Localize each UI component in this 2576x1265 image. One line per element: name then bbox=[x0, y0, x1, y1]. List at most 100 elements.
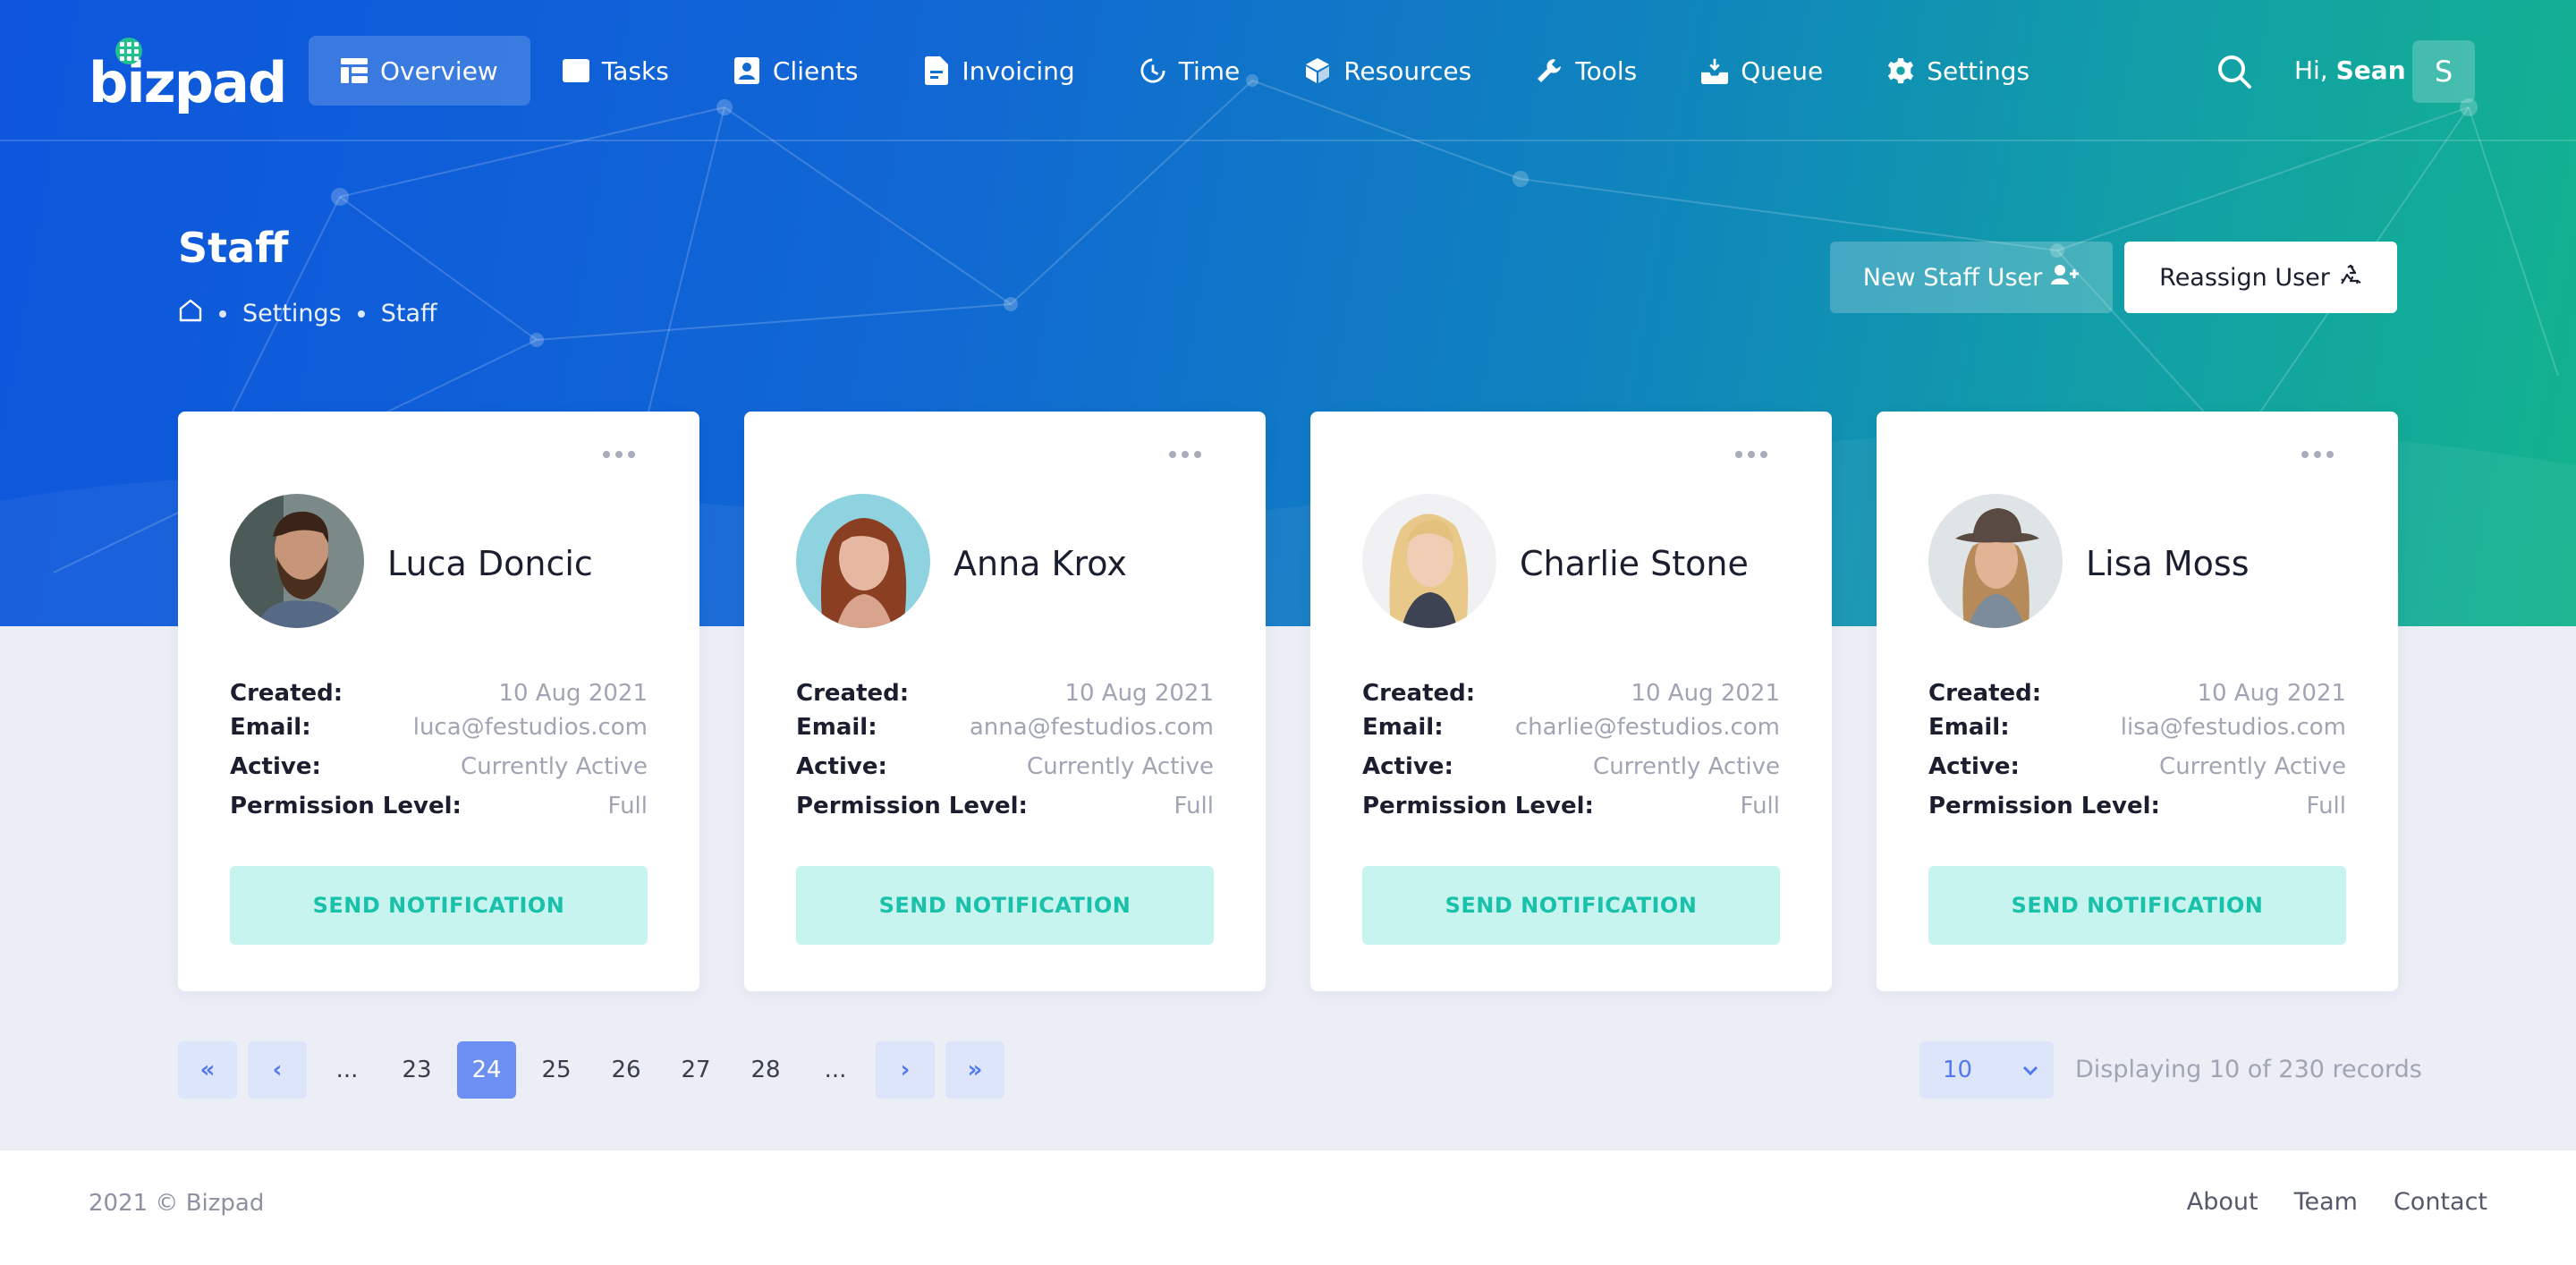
send-notification-button[interactable]: SEND NOTIFICATION bbox=[1362, 866, 1780, 945]
active-row: Active: Currently Active bbox=[230, 750, 648, 784]
more-options-icon[interactable] bbox=[603, 451, 635, 458]
more-options-icon[interactable] bbox=[2301, 451, 2334, 458]
active-value: Currently Active bbox=[2159, 753, 2346, 780]
current-page-button[interactable]: 24 bbox=[457, 1041, 516, 1099]
page-button[interactable]: 25 bbox=[527, 1041, 586, 1099]
footer-links: About Team Contact bbox=[2187, 1188, 2487, 1216]
send-notification-button[interactable]: SEND NOTIFICATION bbox=[1928, 866, 2346, 945]
breadcrumb-staff[interactable]: Staff bbox=[381, 300, 437, 327]
reassign-label: Reassign User bbox=[2159, 263, 2330, 292]
email-value: anna@festudios.com bbox=[969, 714, 1214, 741]
clients-icon bbox=[733, 57, 760, 84]
staff-avatar bbox=[796, 494, 930, 628]
nav-label: Invoicing bbox=[962, 55, 1075, 86]
staff-avatar bbox=[1362, 494, 1496, 628]
staff-name: Luca Doncic bbox=[387, 544, 593, 583]
search-icon[interactable] bbox=[2216, 54, 2252, 89]
staff-details: Created: 10 Aug 2021 Email: charlie@festud… bbox=[1362, 676, 1780, 823]
active-row: Active: Currently Active bbox=[1362, 750, 1780, 784]
nav-item-tools[interactable]: Tools bbox=[1504, 36, 1669, 106]
cube-icon bbox=[1304, 57, 1331, 84]
nav-item-resources[interactable]: Resources bbox=[1272, 36, 1504, 106]
staff-card: Charlie Stone Created: 10 Aug 2021 Email:… bbox=[1310, 412, 1832, 991]
staff-card: Anna Krox Created: 10 Aug 2021 Email: anna… bbox=[744, 412, 1266, 991]
breadcrumb-settings[interactable]: Settings bbox=[242, 300, 342, 327]
user-avatar[interactable]: S bbox=[2412, 40, 2475, 103]
send-notification-button[interactable]: SEND NOTIFICATION bbox=[796, 866, 1214, 945]
add-user-icon bbox=[2051, 264, 2080, 292]
email-label: Email: bbox=[1928, 714, 2010, 741]
footer-link-contact[interactable]: Contact bbox=[2394, 1188, 2487, 1216]
pagination-ellipsis: ... bbox=[335, 1057, 359, 1083]
more-options-icon[interactable] bbox=[1735, 451, 1767, 458]
email-row: Email: anna@festudios.com bbox=[796, 710, 1214, 744]
permission-value: Full bbox=[1740, 793, 1780, 819]
permission-label: Permission Level: bbox=[1928, 793, 2160, 819]
nav-label: Queue bbox=[1741, 55, 1824, 86]
chevron-down-icon bbox=[2021, 1057, 2039, 1083]
nav-item-overview[interactable]: Overview bbox=[309, 36, 530, 106]
permission-label: Permission Level: bbox=[230, 793, 462, 819]
nav-label: Tasks bbox=[601, 55, 669, 86]
active-row: Active: Currently Active bbox=[1928, 750, 2346, 784]
user-name: Sean bbox=[2335, 55, 2406, 85]
logo-text: bizpad bbox=[89, 50, 287, 115]
staff-name: Lisa Moss bbox=[2086, 544, 2250, 583]
active-label: Active: bbox=[230, 753, 321, 780]
permission-value: Full bbox=[607, 793, 648, 819]
permission-value: Full bbox=[1174, 793, 1214, 819]
page-button[interactable]: 23 bbox=[387, 1041, 446, 1099]
email-label: Email: bbox=[1362, 714, 1444, 741]
new-staff-user-button[interactable]: New Staff User bbox=[1830, 242, 2113, 313]
per-page-select[interactable]: 10 bbox=[1919, 1041, 2054, 1099]
active-label: Active: bbox=[1928, 753, 2020, 780]
email-value: lisa@festudios.com bbox=[2120, 714, 2346, 741]
staff-card: Lisa Moss Created: 10 Aug 2021 Email: lisa… bbox=[1877, 412, 2398, 991]
email-value: luca@festudios.com bbox=[412, 714, 648, 741]
created-label: Created: bbox=[796, 680, 910, 707]
active-value: Currently Active bbox=[461, 753, 648, 780]
nav-item-settings[interactable]: Settings bbox=[1855, 36, 2062, 106]
nav-label: Time bbox=[1178, 55, 1241, 86]
prev-page-button[interactable]: ‹ bbox=[248, 1041, 307, 1099]
top-navbar: bizpad Overview Tasks Clients Invoicing bbox=[0, 0, 2576, 141]
greeting-prefix: Hi, bbox=[2294, 55, 2328, 85]
main-nav: Overview Tasks Clients Invoicing Time Re… bbox=[309, 36, 2062, 106]
nav-item-clients[interactable]: Clients bbox=[701, 36, 891, 106]
nav-item-invoicing[interactable]: Invoicing bbox=[891, 36, 1107, 106]
footer-link-team[interactable]: Team bbox=[2294, 1188, 2358, 1216]
created-label: Created: bbox=[230, 680, 343, 707]
reassign-user-button[interactable]: Reassign User bbox=[2124, 242, 2397, 313]
nav-label: Clients bbox=[772, 55, 859, 86]
nav-item-queue[interactable]: Queue bbox=[1669, 36, 1855, 106]
nav-item-tasks[interactable]: Tasks bbox=[530, 36, 701, 106]
bizpad-logo[interactable]: bizpad bbox=[89, 34, 287, 115]
email-row: Email: lisa@festudios.com bbox=[1928, 710, 2346, 744]
send-notification-button[interactable]: SEND NOTIFICATION bbox=[230, 866, 648, 945]
page-button[interactable]: 27 bbox=[666, 1041, 725, 1099]
logo-grid-icon bbox=[115, 38, 142, 64]
page-button[interactable]: 26 bbox=[597, 1041, 656, 1099]
pagination: « ‹ ... 23 24 25 26 27 28 ... › » bbox=[178, 1041, 1004, 1099]
active-value: Currently Active bbox=[1593, 753, 1780, 780]
staff-name: Charlie Stone bbox=[1520, 544, 1749, 583]
first-page-button[interactable]: « bbox=[178, 1041, 237, 1099]
overview-icon bbox=[341, 57, 368, 84]
page-button[interactable]: 28 bbox=[736, 1041, 795, 1099]
home-icon[interactable] bbox=[178, 299, 203, 328]
records-count: Displaying 10 of 230 records bbox=[2075, 1056, 2422, 1083]
created-row: Created: 10 Aug 2021 bbox=[796, 676, 1214, 710]
next-page-button[interactable]: › bbox=[876, 1041, 935, 1099]
nav-item-time[interactable]: Time bbox=[1107, 36, 1273, 106]
footer-link-about[interactable]: About bbox=[2187, 1188, 2258, 1216]
staff-details: Created: 10 Aug 2021 Email: anna@festudios… bbox=[796, 676, 1214, 823]
footer: 2021 © Bizpad About Team Contact bbox=[0, 1150, 2576, 1265]
breadcrumb-separator bbox=[219, 310, 226, 318]
tasks-icon bbox=[562, 57, 589, 84]
active-label: Active: bbox=[1362, 753, 1453, 780]
per-page-value: 10 bbox=[1943, 1057, 1973, 1083]
staff-name: Anna Krox bbox=[953, 544, 1127, 583]
created-value: 10 Aug 2021 bbox=[1064, 680, 1214, 707]
last-page-button[interactable]: » bbox=[945, 1041, 1004, 1099]
more-options-icon[interactable] bbox=[1169, 451, 1201, 458]
